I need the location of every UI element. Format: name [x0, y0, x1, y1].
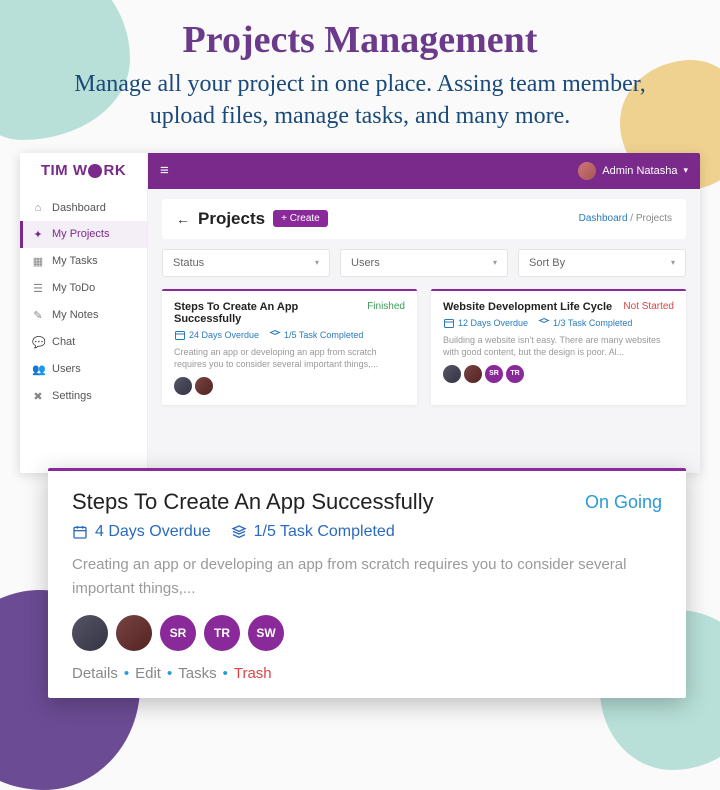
calendar-icon	[72, 524, 88, 540]
overlay-meta: 4 Days Overdue 1/5 Task Completed	[72, 523, 662, 541]
sort-filter[interactable]: Sort By▾	[518, 249, 686, 277]
overlay-status: On Going	[585, 492, 662, 513]
filter-row: Status▾ Users▾ Sort By▾	[162, 249, 686, 277]
chevron-down-icon: ▾	[493, 258, 497, 267]
hero-title: Projects Management	[40, 18, 680, 62]
calendar-icon	[174, 329, 186, 341]
app-window: TIM W RK ≡ Admin Natasha ▾ ⌂ Dashboard ✦ My …	[20, 153, 700, 473]
sidebar-item-my-notes[interactable]: ✎ My Notes	[20, 302, 147, 329]
sidebar-item-label: Dashboard	[52, 202, 106, 214]
tasks-link[interactable]: Tasks	[178, 665, 216, 682]
avatar	[72, 615, 108, 651]
stack-icon	[538, 317, 550, 329]
hamburger-icon[interactable]: ≡	[160, 162, 169, 179]
logo-star-icon	[88, 164, 102, 178]
create-button[interactable]: + Create	[273, 210, 328, 227]
tasks-icon: ▦	[32, 255, 44, 268]
trash-link[interactable]: Trash	[234, 665, 272, 682]
avatar: TR	[204, 615, 240, 651]
card-avatars: SRTR	[443, 365, 674, 383]
project-cards: Steps To Create An App SuccessfullyFinis…	[162, 289, 686, 405]
sidebar-item-my-tasks[interactable]: ▦ My Tasks	[20, 248, 147, 275]
card-meta: 12 Days Overdue1/3 Task Completed	[443, 317, 674, 329]
user-label: Admin Natasha	[602, 165, 677, 177]
notes-icon: ✎	[32, 309, 44, 322]
users-filter[interactable]: Users▾	[340, 249, 508, 277]
sidebar-item-users[interactable]: 👥 Users	[20, 356, 147, 383]
card-desc: Building a website isn't easy. There are…	[443, 334, 674, 359]
breadcrumb: Dashboard / Projects	[579, 213, 672, 224]
sidebar-item-label: Chat	[52, 336, 75, 348]
back-arrow-icon[interactable]: ←	[176, 211, 190, 227]
navbar: ≡ Admin Natasha ▾	[148, 153, 700, 189]
chevron-down-icon: ▾	[683, 165, 688, 176]
card-status: Not Started	[623, 301, 674, 312]
card-meta: 24 Days Overdue1/5 Task Completed	[174, 329, 405, 341]
calendar-icon	[443, 317, 455, 329]
topbar: TIM W RK ≡ Admin Natasha ▾	[20, 153, 700, 189]
edit-link[interactable]: Edit	[135, 665, 161, 682]
avatar: SW	[248, 615, 284, 651]
stack-icon	[231, 524, 247, 540]
todo-icon: ☰	[32, 282, 44, 295]
sidebar-item-settings[interactable]: ✖ Settings	[20, 383, 147, 410]
logo-pre: TIM W	[41, 162, 88, 179]
home-icon: ⌂	[32, 202, 44, 214]
sidebar-item-label: Users	[52, 363, 81, 375]
sidebar-item-label: My Notes	[52, 309, 98, 321]
project-card-overlay: Steps To Create An App Successfully On G…	[48, 468, 686, 698]
avatar	[195, 377, 213, 395]
chevron-down-icon: ▾	[315, 258, 319, 267]
avatar: SR	[160, 615, 196, 651]
sidebar-item-label: My Projects	[52, 228, 109, 240]
stack-icon	[269, 329, 281, 341]
breadcrumb-current: Projects	[636, 213, 672, 224]
chat-icon: 💬	[32, 336, 44, 349]
avatar	[174, 377, 192, 395]
sidebar-item-label: My Tasks	[52, 255, 98, 267]
logo-post: RK	[103, 162, 126, 179]
avatar: TR	[506, 365, 524, 383]
project-card[interactable]: Website Development Life Cycle Not Starte…	[431, 289, 686, 405]
avatar	[464, 365, 482, 383]
sidebar-item-dashboard[interactable]: ⌂ Dashboard	[20, 195, 147, 221]
sidebar-item-chat[interactable]: 💬 Chat	[20, 329, 147, 356]
avatar	[443, 365, 461, 383]
card-avatars	[174, 377, 405, 395]
user-menu[interactable]: Admin Natasha ▾	[578, 162, 688, 180]
overlay-actions: Details•Edit•Tasks•Trash	[72, 665, 662, 682]
app-logo[interactable]: TIM W RK	[20, 153, 148, 189]
card-title: Steps To Create An App Successfully	[174, 301, 367, 325]
overlay-title: Steps To Create An App Successfully	[72, 489, 434, 515]
overlay-avatars: SRTRSW	[72, 615, 662, 651]
hero-section: Projects Management Manage all your proj…	[0, 0, 720, 143]
settings-icon: ✖	[32, 390, 44, 403]
page-header: ← Projects + Create Dashboard / Projects	[162, 199, 686, 239]
card-status: Finished	[367, 301, 405, 312]
projects-icon: ✦	[32, 228, 44, 241]
sidebar-item-label: Settings	[52, 390, 92, 402]
status-filter[interactable]: Status▾	[162, 249, 330, 277]
details-link[interactable]: Details	[72, 665, 118, 682]
overlay-desc: Creating an app or developing an app fro…	[72, 553, 662, 601]
page-title: Projects	[198, 209, 265, 229]
card-desc: Creating an app or developing an app fro…	[174, 346, 405, 371]
avatar: SR	[485, 365, 503, 383]
main-content: ← Projects + Create Dashboard / Projects…	[148, 189, 700, 473]
chevron-down-icon: ▾	[671, 258, 675, 267]
sidebar-item-my-todo[interactable]: ☰ My ToDo	[20, 275, 147, 302]
sidebar-item-my-projects[interactable]: ✦ My Projects	[20, 221, 147, 248]
sidebar-item-label: My ToDo	[52, 282, 95, 294]
hero-subtitle: Manage all your project in one place. As…	[40, 68, 680, 133]
sidebar: ⌂ Dashboard ✦ My Projects ▦ My Tasks ☰ My ToDo ✎…	[20, 189, 148, 473]
breadcrumb-root[interactable]: Dashboard	[579, 213, 628, 224]
avatar	[116, 615, 152, 651]
users-icon: 👥	[32, 363, 44, 376]
card-title: Website Development Life Cycle	[443, 301, 612, 313]
project-card[interactable]: Steps To Create An App SuccessfullyFinis…	[162, 289, 417, 405]
avatar-icon	[578, 162, 596, 180]
